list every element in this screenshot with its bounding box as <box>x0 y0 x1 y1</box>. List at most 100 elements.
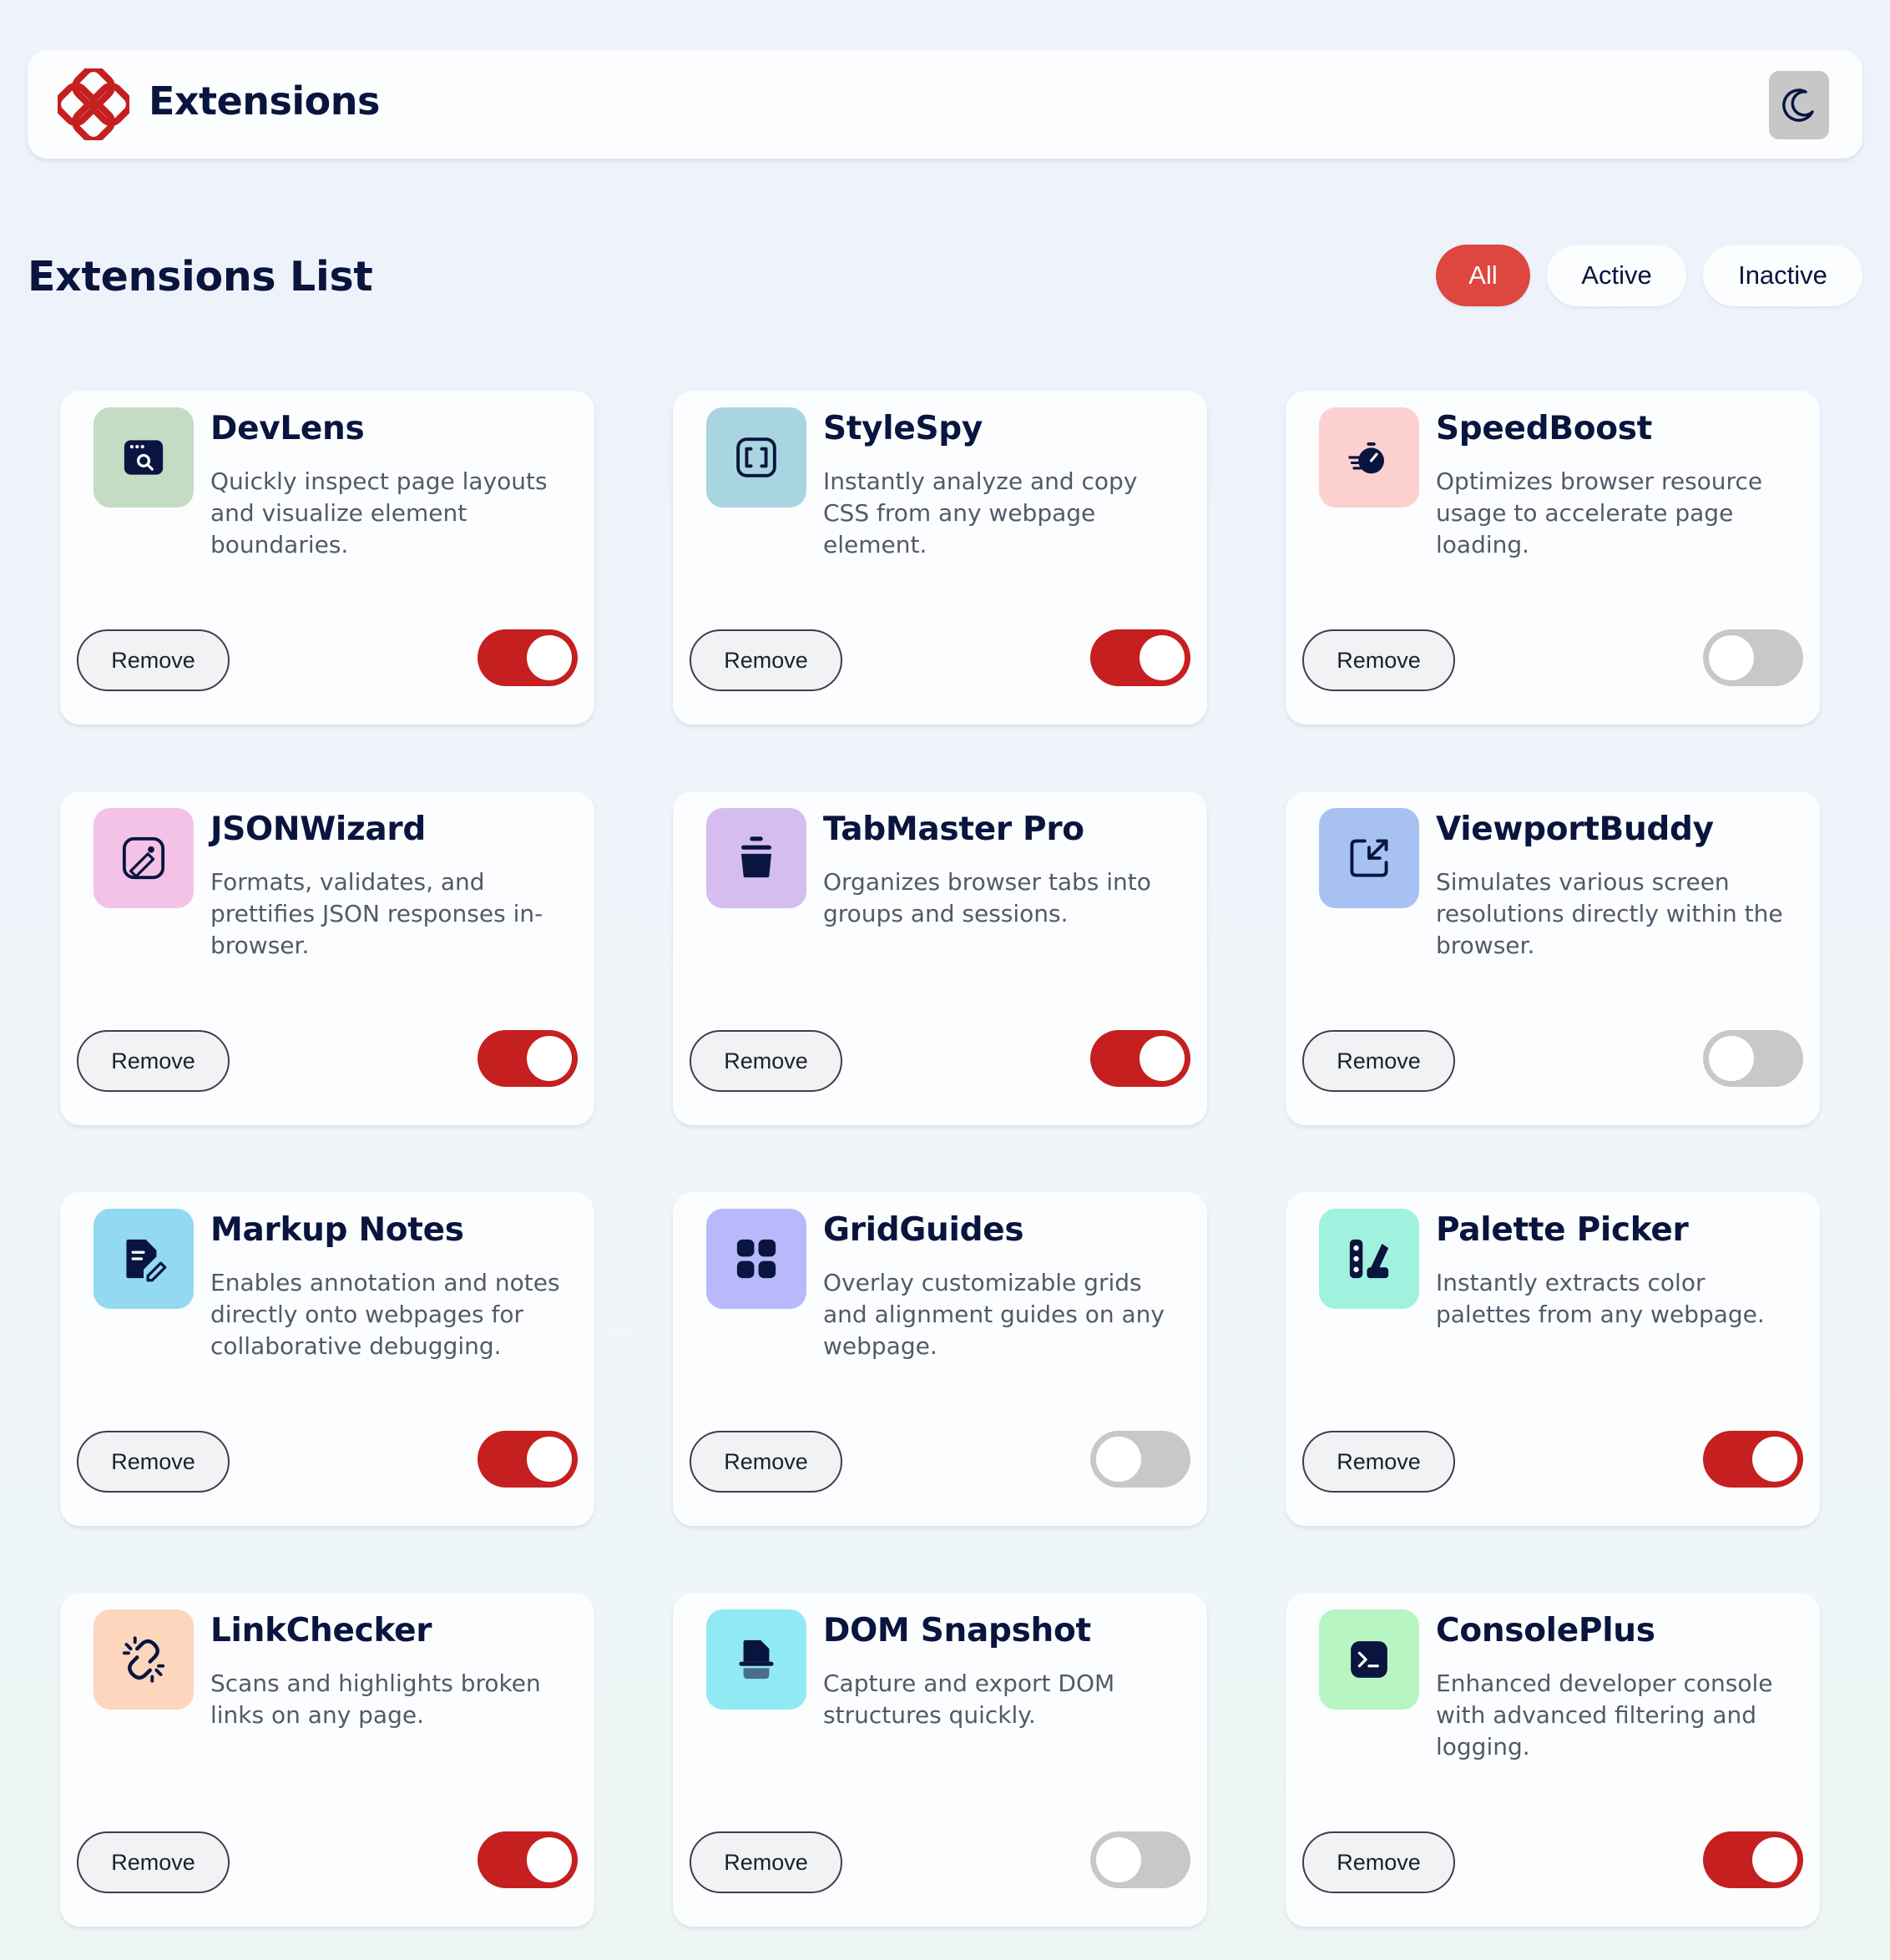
remove-button[interactable]: Remove <box>1302 629 1455 691</box>
extension-description: Enables annotation and notes directly on… <box>210 1269 560 1360</box>
extension-name: LinkChecker <box>210 1612 432 1649</box>
extension-description: Quickly inspect page layouts and visuali… <box>210 467 548 558</box>
extension-card-devlens: DevLens Quickly inspect page layouts and … <box>60 391 594 725</box>
toggle-knob <box>527 1437 572 1482</box>
extension-description: Instantly analyze and copy CSS from any … <box>823 467 1138 558</box>
extension-description: Scans and highlights broken links on any… <box>210 1670 541 1729</box>
extension-icon-tile <box>706 808 806 908</box>
active-toggle[interactable] <box>1703 1030 1803 1087</box>
active-toggle[interactable] <box>1090 1831 1190 1888</box>
extension-card-stylespy: StyleSpy Instantly analyze and copy CSS f… <box>673 391 1207 725</box>
extension-icon-tile <box>93 407 194 508</box>
extension-icon-tile <box>706 1609 806 1710</box>
remove-button[interactable]: Remove <box>1302 1030 1455 1092</box>
active-toggle[interactable] <box>478 629 578 686</box>
moon-icon <box>1782 88 1814 122</box>
extension-card-palette-picker: Palette Picker Instantly extracts color p… <box>1286 1192 1820 1526</box>
extension-card-consoleplus: ConsolePlus Enhanced developer console wi… <box>1286 1593 1820 1927</box>
extension-icon-tile <box>93 1209 194 1309</box>
filter-group: All Active Inactive <box>1436 245 1862 306</box>
remove-button[interactable]: Remove <box>1302 1831 1455 1893</box>
active-toggle[interactable] <box>1703 629 1803 686</box>
extension-name: SpeedBoost <box>1436 410 1652 447</box>
remove-button[interactable]: Remove <box>690 629 842 691</box>
extension-icon-tile <box>1319 808 1419 908</box>
extension-icon-tile <box>706 407 806 508</box>
top-bar: Extensions <box>28 50 1862 159</box>
extension-card-jsonwizard: JSONWizard Formats, validates, and pretti… <box>60 791 594 1125</box>
palette-icon <box>1349 1239 1389 1279</box>
extension-name: JSONWizard <box>210 811 426 848</box>
toggle-knob <box>1140 1036 1185 1081</box>
extension-description: Enhanced developer console with advanced… <box>1436 1670 1773 1760</box>
filter-inactive-button[interactable]: Inactive <box>1703 245 1862 306</box>
extension-description: Capture and export DOM structures quickl… <box>823 1670 1115 1729</box>
toggle-knob <box>1709 1036 1754 1081</box>
extension-card-dom-snapshot: DOM Snapshot Capture and export DOM struc… <box>673 1593 1207 1927</box>
extension-description: Overlay customizable grids and alignment… <box>823 1269 1165 1360</box>
active-toggle[interactable] <box>478 1831 578 1888</box>
extension-description: Instantly extracts color palettes from a… <box>1436 1269 1765 1328</box>
filter-all-button[interactable]: All <box>1436 245 1530 306</box>
toggle-knob <box>527 1036 572 1081</box>
remove-button[interactable]: Remove <box>77 1831 230 1893</box>
grid-icon <box>736 1239 776 1279</box>
image-edit-icon <box>122 836 165 880</box>
remove-button[interactable]: Remove <box>77 1431 230 1493</box>
active-toggle[interactable] <box>1090 1431 1190 1488</box>
remove-button[interactable]: Remove <box>690 1831 842 1893</box>
active-toggle[interactable] <box>478 1030 578 1087</box>
extension-name: Markup Notes <box>210 1211 464 1249</box>
remove-button[interactable]: Remove <box>690 1030 842 1092</box>
extension-icon-tile <box>1319 407 1419 508</box>
extension-icon-tile <box>1319 1609 1419 1710</box>
extension-name: DevLens <box>210 410 365 447</box>
snapshot-icon <box>739 1639 774 1680</box>
remove-button[interactable]: Remove <box>1302 1431 1455 1493</box>
extension-name: ViewportBuddy <box>1436 811 1714 848</box>
toggle-knob <box>527 1837 572 1882</box>
extension-name: Palette Picker <box>1436 1211 1689 1249</box>
extension-description: Formats, validates, and prettifies JSON … <box>210 868 543 959</box>
filter-active-button[interactable]: Active <box>1547 245 1686 306</box>
extension-name: TabMaster Pro <box>823 811 1084 848</box>
extension-icon-tile <box>1319 1209 1419 1309</box>
extension-description: Organizes browser tabs into groups and s… <box>823 868 1151 927</box>
extension-description: Simulates various screen resolutions dir… <box>1436 868 1783 959</box>
app-title: Extensions <box>149 78 380 124</box>
extension-card-tabmaster-pro: TabMaster Pro Organizes browser tabs into… <box>673 791 1207 1125</box>
extension-card-markup-notes: Markup Notes Enables annotation and notes… <box>60 1192 594 1526</box>
theme-toggle-button[interactable] <box>1769 71 1829 139</box>
browser-search-icon <box>124 440 164 475</box>
active-toggle[interactable] <box>1090 1030 1190 1087</box>
extension-icon-tile <box>93 1609 194 1710</box>
toggle-knob <box>1096 1437 1141 1482</box>
extension-description: Optimizes browser resource usage to acce… <box>1436 467 1763 558</box>
extension-name: ConsolePlus <box>1436 1612 1655 1649</box>
remove-button[interactable]: Remove <box>77 629 230 691</box>
toggle-knob <box>1752 1437 1797 1482</box>
remove-button[interactable]: Remove <box>77 1030 230 1092</box>
toggle-knob <box>1709 635 1754 680</box>
toggle-knob <box>527 635 572 680</box>
extension-icon-tile <box>706 1209 806 1309</box>
brackets-icon <box>736 437 776 477</box>
extension-icon-tile <box>93 808 194 908</box>
jar-icon <box>741 836 771 878</box>
extension-card-linkchecker: LinkChecker Scans and highlights broken l… <box>60 1593 594 1927</box>
active-toggle[interactable] <box>478 1431 578 1488</box>
extension-name: DOM Snapshot <box>823 1612 1091 1649</box>
extension-name: GridGuides <box>823 1211 1024 1249</box>
active-toggle[interactable] <box>1090 629 1190 686</box>
toggle-knob <box>1096 1837 1141 1882</box>
remove-button[interactable]: Remove <box>690 1431 842 1493</box>
broken-link-icon <box>122 1636 165 1683</box>
active-toggle[interactable] <box>1703 1431 1803 1488</box>
note-edit-icon <box>126 1239 167 1282</box>
active-toggle[interactable] <box>1703 1831 1803 1888</box>
extensions-logo-icon <box>58 68 129 140</box>
extensions-grid: DevLens Quickly inspect page layouts and … <box>60 391 1820 1927</box>
extension-card-gridguides: GridGuides Overlay customizable grids and… <box>673 1192 1207 1526</box>
extension-name: StyleSpy <box>823 410 983 447</box>
toggle-knob <box>1752 1837 1797 1882</box>
